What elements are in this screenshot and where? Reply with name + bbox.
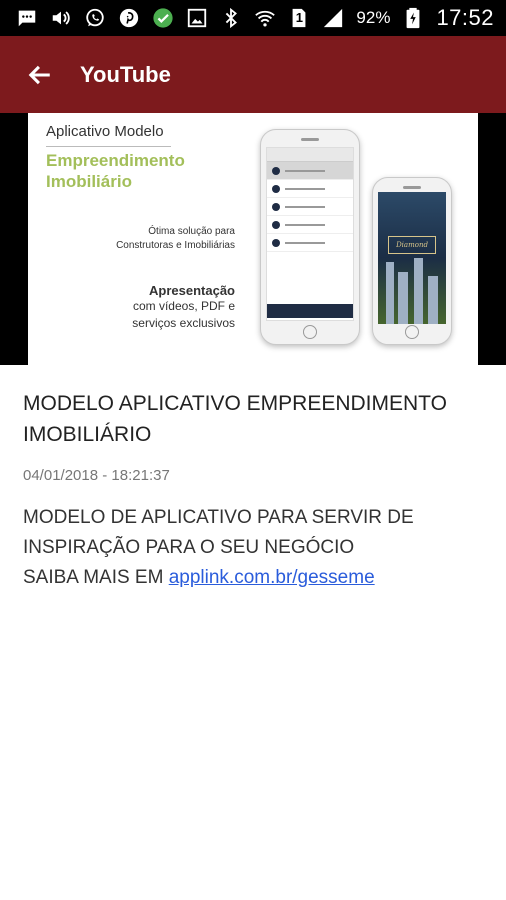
wifi-icon — [254, 7, 276, 29]
clock: 17:52 — [436, 5, 494, 30]
description-line1: MODELO DE APLICATIVO PARA SERVIR DE — [23, 507, 414, 528]
thumbnail-solution-line1: Ótima solução para — [148, 226, 235, 237]
phone-mockup-menu — [260, 129, 360, 345]
arrow-back-icon — [28, 65, 50, 84]
sim-icon: 1 — [288, 7, 310, 29]
post-title: MODELO APLICATIVO EMPREENDIMENTO IMOBILI… — [23, 392, 447, 446]
divider — [46, 146, 171, 147]
post-date: 04/01/2018 - 18:21:37 — [23, 467, 170, 484]
post-description: MODELO DE APLICATIVO PARA SERVIR DE INSP… — [23, 503, 493, 593]
system-icons: 1 92% 17:52 — [220, 5, 494, 31]
thumbnail-label: Aplicativo Modelo — [46, 123, 164, 140]
bluetooth-icon — [220, 7, 242, 29]
page-title: YouTube — [80, 61, 171, 87]
pinterest-icon — [118, 7, 140, 29]
whatsapp-icon — [84, 7, 106, 29]
check-icon — [152, 7, 174, 29]
battery-icon — [402, 7, 424, 29]
image-icon — [186, 7, 208, 29]
sim-label: 1 — [295, 10, 304, 25]
thumbnail-image: Aplicativo Modelo Empreendimento Imobili… — [28, 113, 478, 365]
phone-mockup-splash: Diamond — [372, 177, 452, 345]
diamond-logo: Diamond — [388, 236, 436, 254]
thumbnail-line1: com vídeos, PDF e — [132, 299, 235, 313]
description-line3: SAIBA MAIS EM applink.com.br/gesseme — [23, 563, 493, 593]
notification-icons — [16, 7, 208, 29]
applink-link[interactable]: applink.com.br/gesseme — [169, 567, 375, 588]
back-button[interactable] — [12, 47, 68, 103]
message-icon — [16, 7, 38, 29]
thumbnail-solution-line2: Construtoras e Imobiliárias — [116, 240, 235, 251]
thumbnail-line2: serviços exclusivos — [132, 316, 235, 330]
description-prefix: SAIBA MAIS EM — [23, 567, 169, 588]
thumbnail-apresentacao: Apresentação — [149, 283, 235, 298]
description-line2: INSPIRAÇÃO PARA O SEU NEGÓCIO — [23, 537, 355, 558]
video-thumbnail[interactable]: Aplicativo Modelo Empreendimento Imobili… — [0, 113, 506, 365]
app-bar: YouTube — [0, 36, 506, 113]
volume-icon — [50, 7, 72, 29]
signal-icon — [322, 7, 344, 29]
thumbnail-title-line2: Imobiliário — [46, 172, 132, 191]
battery-percentage: 92% — [356, 8, 391, 27]
status-bar: 1 92% 17:52 — [0, 0, 506, 36]
thumbnail-title-line1: Empreendimento — [46, 151, 185, 170]
